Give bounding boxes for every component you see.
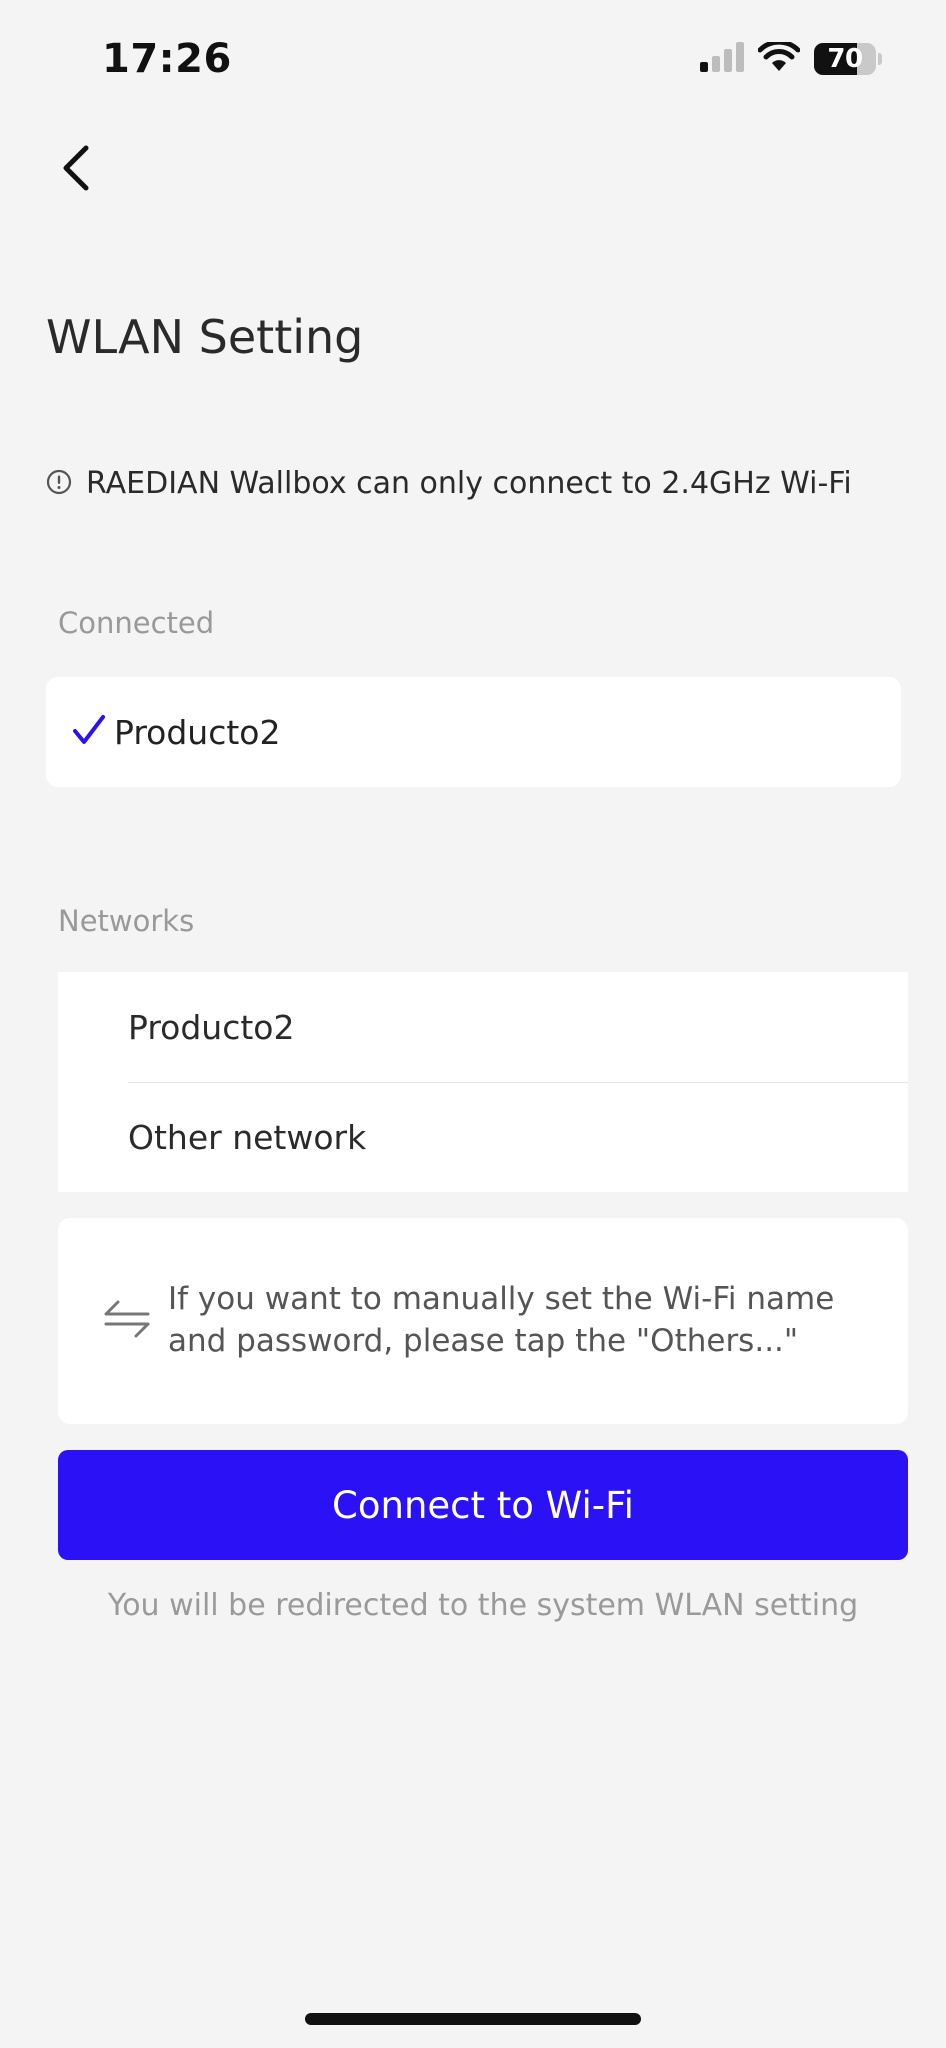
connect-wifi-button[interactable]: Connect to Wi-Fi [58, 1450, 908, 1560]
status-icons: 70 [700, 39, 882, 76]
redirect-note: You will be redirected to the system WLA… [107, 1588, 859, 1623]
connected-label: Connected [58, 606, 215, 640]
networks-label: Networks [58, 904, 195, 938]
manual-setup-info-text: If you want to manually set the Wi-Fi na… [168, 1281, 835, 1359]
network-item-label: Other network [128, 1117, 367, 1157]
battery-icon: 70 [814, 43, 876, 75]
swap-arrows-icon [102, 1296, 152, 1346]
notice-text: RAEDIAN Wallbox can only connect to 2.4G… [86, 466, 852, 501]
page-title: WLAN Setting [46, 310, 364, 364]
network-item-producto2[interactable]: Producto2 [128, 972, 908, 1083]
network-item-other[interactable]: Other network [128, 1082, 908, 1192]
wifi-icon [757, 39, 801, 76]
chevron-left-icon [63, 145, 89, 191]
home-indicator[interactable] [305, 2013, 641, 2025]
notice: RAEDIAN Wallbox can only connect to 2.4G… [46, 466, 852, 501]
network-item-label: Producto2 [128, 1007, 295, 1047]
info-circle-icon [46, 469, 72, 499]
connected-network-name: Producto2 [114, 712, 281, 752]
checkmark-icon [72, 713, 106, 751]
networks-list: Producto2 Other network [58, 972, 908, 1192]
battery-tip [878, 53, 882, 65]
back-button[interactable] [56, 140, 100, 196]
battery-level: 70 [827, 44, 863, 74]
cellular-signal-icon [700, 42, 744, 76]
connected-network-card[interactable]: Producto2 [46, 677, 901, 787]
status-time: 17:26 [102, 36, 232, 82]
manual-setup-info-card: If you want to manually set the Wi-Fi na… [58, 1218, 908, 1424]
